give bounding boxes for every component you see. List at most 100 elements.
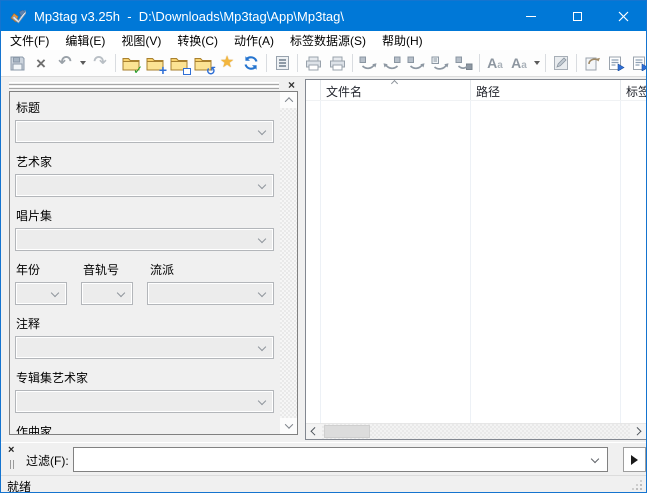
- undo-icon[interactable]: ↶: [53, 51, 77, 75]
- actions-dropdown-icon[interactable]: [531, 51, 542, 75]
- convert-filename-filename-icon[interactable]: [404, 51, 428, 75]
- maximize-icon: [573, 12, 582, 21]
- edit-tag-icon[interactable]: [549, 51, 573, 75]
- toolbar-separator: [576, 54, 577, 72]
- close-button[interactable]: [600, 1, 646, 31]
- horizontal-scrollbar[interactable]: [306, 423, 646, 439]
- playlist-all-icon[interactable]: [628, 51, 646, 75]
- column-separator[interactable]: [620, 80, 621, 100]
- year-track-genre-labels: 年份 音轨号 流派: [15, 261, 274, 282]
- convert-textfile-tag-icon[interactable]: [428, 51, 452, 75]
- chevron-down-icon: [258, 289, 266, 297]
- plus-badge-icon: +: [159, 63, 167, 77]
- tag-panel-grip[interactable]: ×: [9, 79, 298, 91]
- chevron-left-icon: [310, 427, 318, 435]
- menu-tag-sources[interactable]: 标签数据源(S): [282, 30, 374, 51]
- case-conversion-icon[interactable]: Aa: [483, 51, 507, 75]
- print-icon[interactable]: [301, 51, 325, 75]
- filter-close-button[interactable]: ×: [8, 445, 14, 455]
- column-separator[interactable]: [470, 80, 471, 100]
- window-controls: [508, 1, 646, 31]
- album-artist-combo[interactable]: [15, 390, 274, 413]
- save-tag-icon[interactable]: [5, 51, 29, 75]
- genre-label: 流派: [150, 261, 274, 278]
- folder-change-icon[interactable]: ✓: [119, 51, 143, 75]
- undo-dropdown-icon[interactable]: [77, 51, 88, 75]
- chevron-down-icon: [591, 455, 599, 463]
- album-artist-label: 专辑集艺术家: [16, 369, 274, 386]
- year-combo[interactable]: [15, 282, 67, 305]
- genre-combo[interactable]: [147, 282, 274, 305]
- menu-help[interactable]: 帮助(H): [374, 30, 431, 51]
- remove-tag-icon[interactable]: ×: [29, 51, 53, 75]
- actions-icon[interactable]: Aa: [507, 51, 531, 75]
- file-list[interactable]: 文件名 路径 标签: [305, 79, 647, 440]
- column-separator[interactable]: [320, 80, 321, 100]
- status-text: 就绪: [7, 478, 31, 493]
- extended-tags-icon[interactable]: [270, 51, 294, 75]
- menu-actions[interactable]: 动作(A): [226, 30, 282, 51]
- filter-grip[interactable]: [10, 460, 14, 469]
- print-preview-icon[interactable]: [325, 51, 349, 75]
- title-combo[interactable]: [15, 120, 274, 143]
- column-gridline: [620, 101, 621, 423]
- scroll-left-button[interactable]: [306, 424, 322, 439]
- composer-label: 作曲家: [16, 423, 274, 435]
- maximize-button[interactable]: [554, 1, 600, 31]
- year-label: 年份: [16, 261, 68, 278]
- scroll-right-button[interactable]: [630, 424, 646, 439]
- resize-grip[interactable]: [640, 488, 642, 490]
- toolbar-separator: [266, 54, 267, 72]
- chevron-down-icon: [258, 181, 266, 189]
- chevron-down-icon: [284, 420, 292, 428]
- filter-input[interactable]: [73, 447, 608, 472]
- file-list-body[interactable]: [306, 101, 646, 423]
- track-combo[interactable]: [81, 282, 133, 305]
- convert-filename-tag-icon[interactable]: [380, 51, 404, 75]
- chevron-down-icon: [51, 289, 59, 297]
- column-tag[interactable]: 标签: [626, 83, 647, 100]
- favorites-star-icon[interactable]: ★: [215, 51, 239, 75]
- convert-tag-tag-icon[interactable]: [452, 51, 476, 75]
- menu-file[interactable]: 文件(F): [2, 30, 57, 51]
- playlist-icon[interactable]: [604, 51, 628, 75]
- menu-view[interactable]: 视图(V): [113, 30, 169, 51]
- chevron-down-icon: [258, 343, 266, 351]
- column-gridline: [470, 101, 471, 423]
- web-sources-icon[interactable]: [580, 51, 604, 75]
- scroll-up-button[interactable]: [280, 92, 297, 108]
- folder-add-icon[interactable]: +: [143, 51, 167, 75]
- title-bar: Mp3tag v3.25h - D:\Downloads\Mp3tag\App\…: [1, 1, 646, 31]
- toolbar-separator: [297, 54, 298, 72]
- minimize-button[interactable]: [508, 1, 554, 31]
- comment-combo[interactable]: [15, 336, 274, 359]
- artist-label: 艺术家: [16, 153, 274, 170]
- minimize-icon: [526, 16, 536, 17]
- chevron-down-icon: [258, 235, 266, 243]
- sort-ascending-icon: [391, 80, 398, 87]
- album-combo[interactable]: [15, 228, 274, 251]
- comment-label: 注释: [16, 315, 274, 332]
- menu-edit[interactable]: 编辑(E): [57, 30, 113, 51]
- tag-panel-scrollbar[interactable]: [280, 92, 297, 434]
- mp3tag-logo-icon[interactable]: [10, 8, 26, 24]
- toolbar-separator: [115, 54, 116, 72]
- tag-panel-close-button[interactable]: ×: [285, 79, 298, 91]
- menu-bar: 文件(F) 编辑(E) 视图(V) 转换(C) 动作(A) 标签数据源(S) 帮…: [1, 31, 646, 50]
- convert-tag-filename-icon[interactable]: [356, 51, 380, 75]
- toolbar-separator: [479, 54, 480, 72]
- window-badge-icon: [183, 68, 191, 75]
- filter-run-button[interactable]: [623, 447, 646, 472]
- scrollbar-thumb[interactable]: [324, 425, 370, 438]
- column-filename[interactable]: 文件名: [326, 83, 362, 100]
- chevron-down-icon: [258, 127, 266, 135]
- redo-icon[interactable]: ↷: [88, 51, 112, 75]
- scroll-down-button[interactable]: [280, 418, 297, 434]
- refresh-icon[interactable]: [239, 51, 263, 75]
- folder-favorites-icon[interactable]: [167, 51, 191, 75]
- folder-up-icon[interactable]: ↺: [191, 51, 215, 75]
- status-bar: 就绪: [1, 475, 646, 493]
- menu-convert[interactable]: 转换(C): [169, 30, 226, 51]
- column-path[interactable]: 路径: [476, 83, 500, 100]
- artist-combo[interactable]: [15, 174, 274, 197]
